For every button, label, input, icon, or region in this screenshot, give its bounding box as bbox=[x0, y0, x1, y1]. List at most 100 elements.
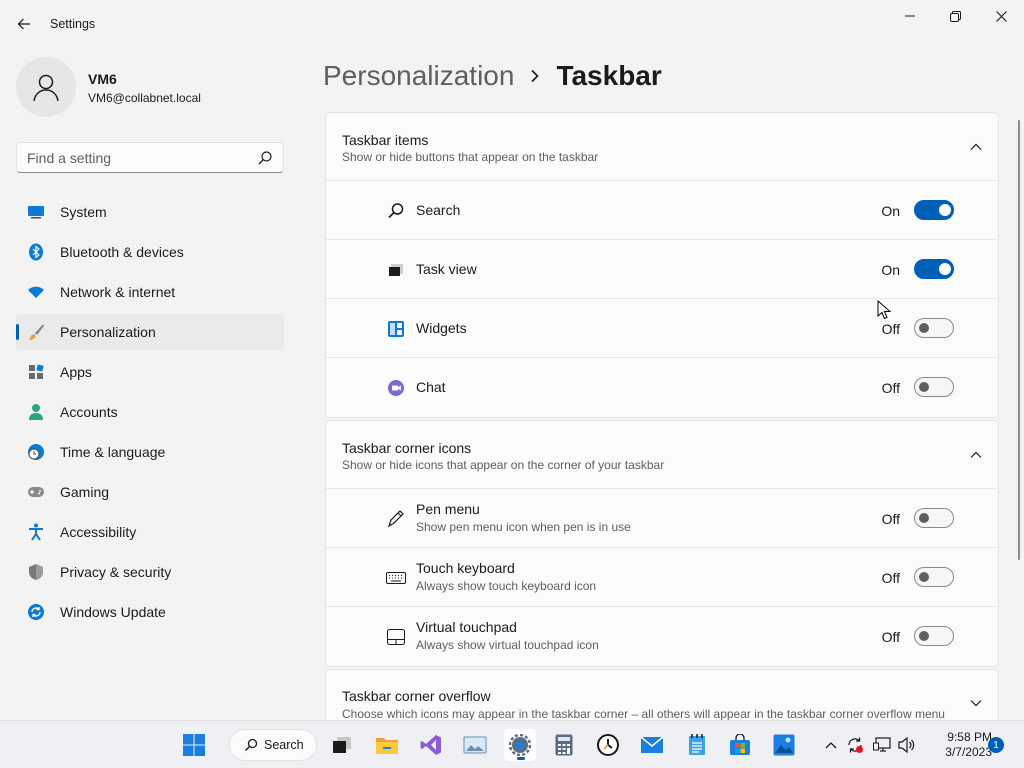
taskbar-search-button[interactable]: Search bbox=[229, 729, 317, 761]
scrollbar[interactable] bbox=[1018, 120, 1020, 560]
back-button[interactable] bbox=[10, 10, 38, 38]
task-view-icon bbox=[333, 737, 351, 753]
sidebar-item-accounts[interactable]: Accounts bbox=[16, 394, 284, 430]
sidebar-nav: System Bluetooth & devices Network & int… bbox=[16, 194, 284, 634]
sidebar-item-personalization[interactable]: Personalization bbox=[16, 314, 284, 350]
taskbar-items-header[interactable]: Taskbar items Show or hide buttons that … bbox=[326, 113, 998, 181]
toggle-state: Off bbox=[881, 629, 900, 645]
toggle-state: On bbox=[881, 262, 900, 278]
search-toggle[interactable] bbox=[914, 200, 954, 220]
image-icon bbox=[463, 736, 487, 754]
minimize-icon bbox=[905, 15, 915, 17]
sidebar-item-accessibility[interactable]: Accessibility bbox=[16, 514, 284, 550]
sidebar-item-windows-update[interactable]: Windows Update bbox=[16, 594, 284, 630]
section-title: Taskbar corner overflow bbox=[342, 688, 491, 704]
controller-icon bbox=[26, 482, 46, 502]
widgets-setting-row: Widgets Off bbox=[326, 299, 998, 358]
ethernet-icon bbox=[873, 737, 891, 752]
page-title: Taskbar bbox=[556, 60, 662, 91]
accessibility-icon bbox=[26, 522, 46, 542]
virtual-touchpad-toggle[interactable] bbox=[914, 626, 954, 646]
touch-keyboard-toggle[interactable] bbox=[914, 567, 954, 587]
user-name: VM6 bbox=[88, 71, 117, 87]
show-hidden-icons-button[interactable] bbox=[820, 733, 842, 757]
user-profile[interactable]: VM6 VM6@collabnet.local bbox=[16, 57, 286, 117]
pen-menu-toggle[interactable] bbox=[914, 508, 954, 528]
file-explorer-button[interactable] bbox=[371, 729, 403, 761]
sidebar-item-system[interactable]: System bbox=[16, 194, 284, 230]
search-icon[interactable] bbox=[257, 150, 273, 166]
chat-toggle[interactable] bbox=[914, 377, 954, 397]
widgets-icon bbox=[386, 319, 406, 339]
speaker-icon bbox=[898, 737, 915, 753]
clock-globe-icon bbox=[26, 442, 46, 462]
widgets-toggle[interactable] bbox=[914, 318, 954, 338]
person-icon bbox=[26, 402, 46, 422]
start-button[interactable] bbox=[178, 729, 210, 761]
sidebar-item-label: Network & internet bbox=[60, 284, 176, 300]
sidebar-item-label: Personalization bbox=[60, 324, 156, 340]
notification-badge[interactable]: 1 bbox=[988, 737, 1004, 753]
microsoft-store-button[interactable] bbox=[724, 729, 756, 761]
task-view-toggle[interactable] bbox=[914, 259, 954, 279]
chevron-up-icon[interactable] bbox=[968, 447, 984, 463]
photos-button[interactable] bbox=[459, 729, 491, 761]
title-bar: Settings bbox=[0, 0, 1024, 48]
settings-taskbar-button[interactable] bbox=[504, 729, 536, 761]
mail-button[interactable] bbox=[636, 729, 668, 761]
sidebar-item-gaming[interactable]: Gaming bbox=[16, 474, 284, 510]
notepad-button[interactable] bbox=[681, 729, 713, 761]
clock-time: 9:58 PM bbox=[947, 730, 992, 744]
alarm-clock-icon bbox=[597, 734, 619, 756]
network-status-button[interactable] bbox=[871, 733, 893, 757]
clock-app-button[interactable] bbox=[592, 729, 624, 761]
wifi-icon bbox=[26, 282, 46, 302]
system-clock[interactable]: 9:58 PM 3/7/2023 bbox=[924, 730, 992, 760]
sidebar-item-apps[interactable]: Apps bbox=[16, 354, 284, 390]
visual-studio-button[interactable] bbox=[415, 729, 447, 761]
sidebar-item-label: Windows Update bbox=[60, 604, 166, 620]
row-label: Touch keyboard bbox=[416, 560, 515, 576]
volume-button[interactable] bbox=[896, 733, 918, 757]
section-subtitle: Show or hide buttons that appear on the … bbox=[342, 150, 599, 164]
minimize-button[interactable] bbox=[887, 0, 933, 32]
chevron-down-icon[interactable] bbox=[968, 695, 984, 711]
toggle-state: Off bbox=[881, 380, 900, 396]
store-bag-icon bbox=[730, 734, 750, 755]
windows-logo-icon bbox=[183, 734, 205, 756]
keyboard-icon bbox=[386, 568, 406, 588]
visual-studio-icon bbox=[420, 735, 441, 755]
sidebar-item-time-language[interactable]: Time & language bbox=[16, 434, 284, 470]
taskbar-search-label: Search bbox=[264, 738, 304, 752]
chevron-up-icon[interactable] bbox=[968, 139, 984, 155]
toggle-state: Off bbox=[881, 511, 900, 527]
notepad-icon bbox=[689, 734, 705, 755]
sidebar-item-privacy-security[interactable]: Privacy & security bbox=[16, 554, 284, 590]
corner-overflow-header[interactable]: Taskbar corner overflow Choose which ico… bbox=[326, 670, 998, 720]
close-button[interactable] bbox=[978, 0, 1024, 32]
task-view-icon bbox=[386, 260, 406, 280]
back-arrow-icon bbox=[17, 18, 30, 30]
sidebar-item-label: System bbox=[60, 204, 107, 220]
task-view-button[interactable] bbox=[326, 729, 358, 761]
find-setting-input[interactable] bbox=[17, 143, 253, 172]
restore-icon bbox=[949, 10, 961, 22]
row-label: Search bbox=[416, 202, 461, 218]
calculator-button[interactable] bbox=[548, 729, 580, 761]
sync-status-button[interactable] bbox=[844, 733, 866, 757]
row-description: Always show touch keyboard icon bbox=[416, 579, 597, 593]
pen-menu-setting-row: Pen menu Show pen menu icon when pen is … bbox=[326, 489, 998, 548]
sidebar-item-network[interactable]: Network & internet bbox=[16, 274, 284, 310]
sync-icon bbox=[848, 737, 863, 753]
restore-button[interactable] bbox=[932, 0, 978, 32]
sidebar-item-bluetooth[interactable]: Bluetooth & devices bbox=[16, 234, 284, 270]
search-icon bbox=[386, 201, 406, 221]
section-subtitle: Show or hide icons that appear on the co… bbox=[342, 458, 665, 472]
taskbar-corner-overflow-section: Taskbar corner overflow Choose which ico… bbox=[325, 669, 999, 720]
row-label: Virtual touchpad bbox=[416, 619, 517, 635]
chat-icon bbox=[386, 378, 406, 398]
photos-app-button[interactable] bbox=[768, 729, 800, 761]
corner-icons-header[interactable]: Taskbar corner icons Show or hide icons … bbox=[326, 421, 998, 489]
bluetooth-icon bbox=[26, 242, 46, 262]
breadcrumb-parent[interactable]: Personalization bbox=[323, 60, 514, 92]
